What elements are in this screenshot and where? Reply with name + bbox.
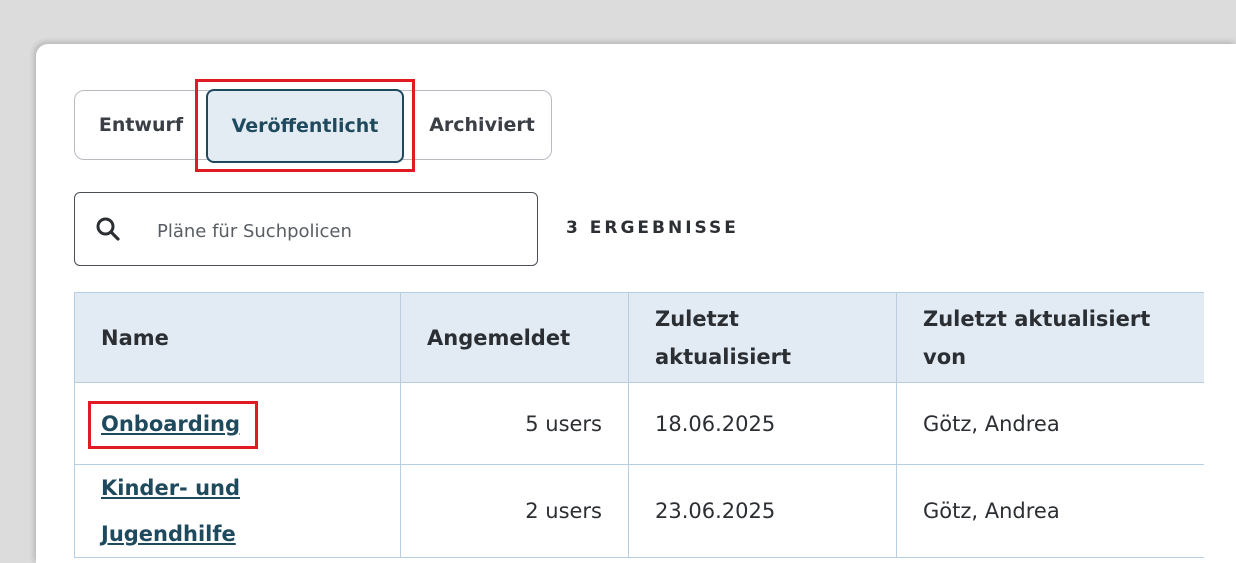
screen-background: Entwurf Archiviert Veröffentlicht 3 ERGE… bbox=[0, 0, 1236, 563]
plan-link-onboarding[interactable]: Onboarding bbox=[101, 412, 240, 436]
tab-entwurf[interactable]: Entwurf bbox=[75, 91, 207, 159]
cell-date: 23.06.2025 bbox=[628, 464, 897, 558]
column-header-zuletzt-aktualisiert-von[interactable]: Zuletzt aktualisiert von bbox=[896, 292, 1204, 383]
column-header-angemeldet[interactable]: Angemeldet bbox=[400, 292, 629, 383]
plans-table: Name Angemeldet Zuletzt aktualisiert Zul… bbox=[74, 292, 1204, 558]
column-header-zuletzt-aktualisiert[interactable]: Zuletzt aktualisiert bbox=[628, 292, 897, 383]
search-field[interactable] bbox=[74, 192, 538, 266]
cell-date: 18.06.2025 bbox=[628, 382, 897, 465]
plan-link-kinder-und-jugendhilfe[interactable]: Kinder- und Jugendhilfe bbox=[101, 476, 240, 546]
tab-veroeffentlicht[interactable]: Veröffentlicht bbox=[206, 89, 404, 163]
cell-angemeldet: 2 users bbox=[400, 464, 629, 558]
tab-archiviert[interactable]: Archiviert bbox=[411, 91, 553, 159]
cell-von: Götz, Andrea bbox=[896, 464, 1204, 558]
results-count: 3 ERGEBNISSE bbox=[566, 218, 739, 238]
table-header-row: Name Angemeldet Zuletzt aktualisiert Zul… bbox=[74, 292, 1204, 383]
cell-name: Kinder- und Jugendhilfe bbox=[74, 464, 401, 558]
table-row: Onboarding 5 users 18.06.2025 Götz, Andr… bbox=[74, 382, 1204, 465]
plans-table-container: Name Angemeldet Zuletzt aktualisiert Zul… bbox=[74, 292, 1204, 563]
cell-angemeldet: 5 users bbox=[400, 382, 629, 465]
search-icon bbox=[96, 217, 120, 241]
cell-von: Götz, Andrea bbox=[896, 382, 1204, 465]
table-row: Kinder- und Jugendhilfe 2 users 23.06.20… bbox=[74, 464, 1204, 558]
column-header-name[interactable]: Name bbox=[74, 292, 401, 383]
search-input[interactable] bbox=[155, 213, 519, 249]
cell-name: Onboarding bbox=[74, 382, 401, 465]
